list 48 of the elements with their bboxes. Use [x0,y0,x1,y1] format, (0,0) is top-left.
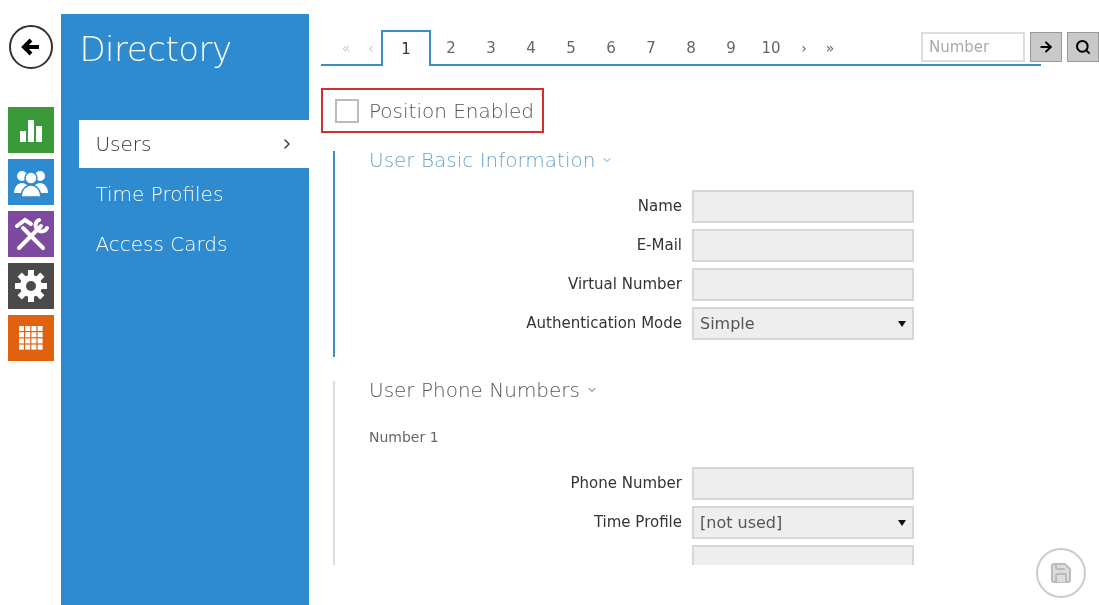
field-label: Name [637,196,682,218]
settings-button[interactable] [7,263,54,309]
page-tab[interactable]: 4 [511,32,551,64]
select-field[interactable]: [not used] [692,506,914,539]
checkbox-label: Position Enabled [369,97,535,125]
tools-button[interactable] [7,211,54,257]
field-label: E-Mail [636,235,682,257]
save-button[interactable] [1036,548,1086,598]
next-page-button[interactable]: › [791,32,817,64]
go-button[interactable] [1030,32,1062,62]
page-tab[interactable]: 3 [471,32,511,64]
field-label: Phone Number [570,473,682,495]
input-field[interactable] [692,467,914,500]
apps-button[interactable] [7,315,54,361]
hammer-wrench-icon [12,216,49,252]
page-tab[interactable]: 9 [711,32,751,64]
page-tab[interactable]: 8 [671,32,711,64]
page-tab[interactable]: 5 [551,32,591,64]
input-field[interactable] [692,229,914,262]
sidebar-item[interactable]: Access Cards [79,220,309,268]
search-icon [1075,39,1091,55]
page-tab[interactable]: 6 [591,32,631,64]
input-field[interactable] [692,190,914,223]
right-arrow-icon [1038,39,1054,55]
field-label: Virtual Number [567,274,682,296]
settings-icon [13,269,48,303]
number-input[interactable]: Number [921,32,1025,62]
page-tab[interactable]: 10 [751,32,791,64]
users-button[interactable] [7,159,54,205]
back-button[interactable] [8,25,53,69]
input-field[interactable] [692,268,914,301]
grid-icon [18,326,43,350]
page-tab[interactable]: 2 [431,32,471,64]
page-tab[interactable]: 1 [381,30,431,66]
statistics-button[interactable] [7,107,54,153]
field-label: Time Profile [593,512,682,534]
bar-chart-icon [17,117,44,143]
sidebar-item[interactable]: Users [79,120,309,168]
last-page-button[interactable]: » [817,32,843,64]
search-button[interactable] [1067,32,1099,62]
page-tab[interactable]: 7 [631,32,671,64]
field-label: Authentication Mode [526,313,682,335]
section-header[interactable]: User Phone Numbers [369,375,598,405]
select-field[interactable]: Simple [692,307,914,340]
sidebar-title: Directory [78,28,233,71]
group-title: Number 1 [369,428,440,447]
checkbox[interactable] [335,98,359,123]
sidebar-item[interactable]: Time Profiles [79,170,309,218]
